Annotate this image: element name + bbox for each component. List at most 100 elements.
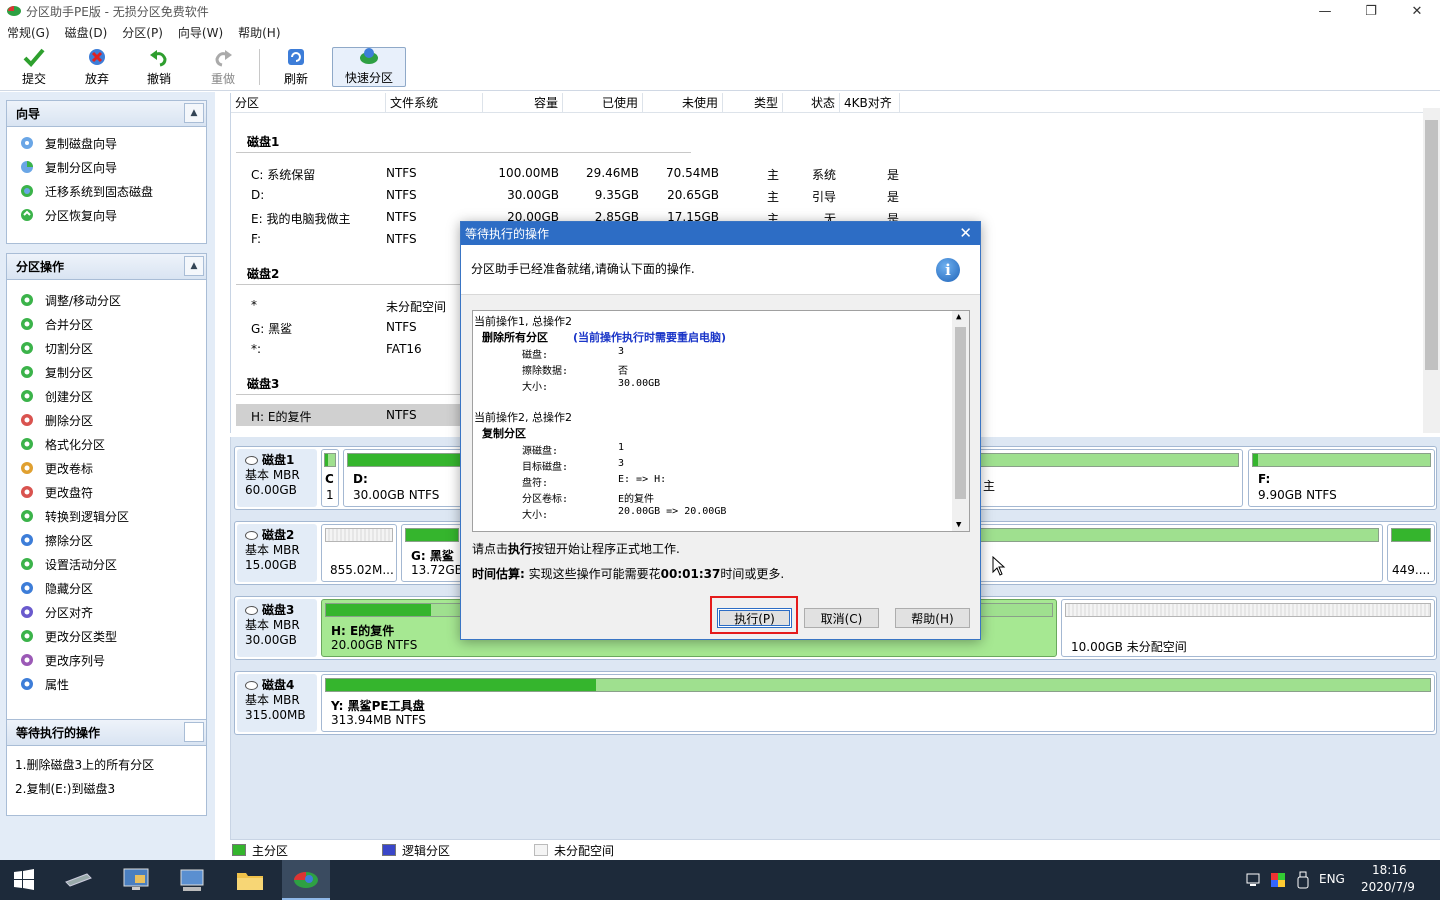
ops-item-create[interactable]: 创建分区	[7, 384, 206, 408]
ops-item-serial[interactable]: 更改序列号	[7, 648, 206, 672]
disk3-info[interactable]: 磁盘3 基本 MBR 30.00GB	[237, 599, 317, 657]
col-free[interactable]: 未使用	[643, 93, 723, 113]
commit-button[interactable]: 提交	[6, 47, 62, 87]
partition-unallocated[interactable]: 10.00GB 未分配空间	[1061, 599, 1435, 657]
ops-item-props[interactable]: 属性	[7, 672, 206, 696]
wizard-panel: 向导 ▲ 复制磁盘向导 复制分区向导 迁移系统到固态磁盘 分区恢复向导	[6, 100, 207, 244]
network-tray-icon[interactable]	[1246, 873, 1262, 887]
col-type[interactable]: 类型	[723, 93, 783, 113]
close-button[interactable]: ✕	[1394, 0, 1440, 22]
table-row[interactable]: H: E的复件 NTFS	[236, 404, 466, 426]
partition-f[interactable]: F: 9.90GB NTFS	[1248, 449, 1435, 507]
pending-item[interactable]: 2.复制(E:)到磁盘3	[7, 776, 206, 800]
taskbar-network-icon[interactable]	[168, 860, 216, 900]
partition-unallocated[interactable]: 855.02M...	[321, 524, 397, 582]
disk4-map-row: 磁盘4 基本 MBR 315.00MB Y: 黑鲨PE工具盘 313.94MB …	[234, 671, 1437, 735]
ops-item-active[interactable]: 设置活动分区	[7, 552, 206, 576]
redo-button[interactable]: 重做	[195, 47, 251, 87]
serial-icon	[19, 652, 35, 668]
wizard-item-copy-disk[interactable]: 复制磁盘向导	[7, 131, 206, 155]
toolbar: 提交 放弃 撤销 重做 刷新 快速分区	[0, 43, 1440, 91]
partition-d[interactable]: D: 30.00GB NTFS	[343, 449, 473, 507]
ptype-icon	[19, 628, 35, 644]
disk4-info[interactable]: 磁盘4 基本 MBR 315.00MB	[237, 674, 317, 732]
refresh-button[interactable]: 刷新	[268, 47, 324, 87]
ops-item-hide[interactable]: 隐藏分区	[7, 576, 206, 600]
ops-item-format[interactable]: 格式化分区	[7, 432, 206, 456]
wizard-item-migrate-os[interactable]: 迁移系统到固态磁盘	[7, 179, 206, 203]
collapse-icon[interactable]: ▲	[184, 256, 204, 276]
display-tray-icon[interactable]	[1270, 872, 1286, 888]
ops-item-split[interactable]: 切割分区	[7, 336, 206, 360]
help-button[interactable]: 帮助(H)	[895, 608, 970, 628]
collapse-icon[interactable]: ▲	[184, 103, 204, 123]
ops-item-wipe[interactable]: 擦除分区	[7, 528, 206, 552]
ops-item-align[interactable]: 分区对齐	[7, 600, 206, 624]
ops-item-resize[interactable]: 调整/移动分区	[7, 288, 206, 312]
wizard-item-recover[interactable]: 分区恢复向导	[7, 203, 206, 227]
menu-help[interactable]: 帮助(H)	[231, 24, 288, 41]
dialog-close-icon[interactable]: ✕	[959, 224, 972, 242]
col-filesystem[interactable]: 文件系统	[386, 93, 483, 113]
wipe-icon	[19, 532, 35, 548]
dialog-title: 等待执行的操作	[465, 227, 550, 241]
col-used[interactable]: 已使用	[563, 93, 643, 113]
menu-general[interactable]: 常规(G)	[0, 24, 58, 41]
mouse-cursor-icon	[992, 556, 1006, 576]
taskbar-folder-icon[interactable]	[226, 860, 274, 900]
col-status[interactable]: 状态	[783, 93, 840, 113]
wizard-item-copy-partition[interactable]: 复制分区向导	[7, 155, 206, 179]
col-capacity[interactable]: 容量	[483, 93, 563, 113]
language-indicator[interactable]: ENG	[1319, 872, 1345, 886]
list-scrollbar[interactable]	[1423, 108, 1440, 433]
undo-button[interactable]: 撤销	[131, 47, 187, 87]
ops-item-copy[interactable]: 复制分区	[7, 360, 206, 384]
ops-item-label[interactable]: 更改卷标	[7, 456, 206, 480]
partition-e[interactable]: 主	[975, 449, 1243, 507]
partition-y[interactable]: Y: 黑鲨PE工具盘 313.94MB NTFS	[321, 674, 1435, 732]
menu-wizard[interactable]: 向导(W)	[171, 24, 231, 41]
ops-item-letter[interactable]: 更改盘符	[7, 480, 206, 504]
partition-g-tail[interactable]	[975, 524, 1383, 582]
table-row[interactable]: C: 系统保留 NTFS 100.00MB 29.46MB 70.54MB 主系统是	[236, 162, 1136, 184]
disk2-info[interactable]: 磁盘2 基本 MBR 15.00GB	[237, 524, 317, 582]
discard-button[interactable]: 放弃	[69, 47, 125, 87]
quick-partition-button[interactable]: 快速分区	[332, 47, 406, 87]
partition-fat16[interactable]: 449....	[1387, 524, 1435, 582]
left-pane: 向导 ▲ 复制磁盘向导 复制分区向导 迁移系统到固态磁盘 分区恢复向导 分区操作…	[0, 92, 215, 862]
restore-button[interactable]: ❐	[1348, 0, 1394, 22]
minimize-button[interactable]: —	[1302, 0, 1348, 22]
partition-c[interactable]: C 1	[321, 449, 339, 507]
ops-item-convert[interactable]: 转换到逻辑分区	[7, 504, 206, 528]
col-4k[interactable]: 4KB对齐	[840, 93, 900, 113]
cancel-button[interactable]: 取消(C)	[804, 608, 879, 628]
props-icon	[19, 676, 35, 692]
table-row[interactable]: D: NTFS 30.00GB 9.35GB 20.65GB 主引导是	[236, 184, 1136, 206]
taskbar: ENG 18:16 2020/7/9	[0, 860, 1440, 900]
taskbar-drive-icon[interactable]	[54, 860, 102, 900]
dialog-hint: 请点击执行按钮开始让程序正式地工作.	[472, 542, 680, 556]
scroll-down-icon[interactable]: ▼	[956, 520, 961, 530]
execute-button[interactable]: 执行(P)	[717, 608, 792, 628]
scroll-up-icon[interactable]: ▲	[956, 312, 961, 322]
disk1-info[interactable]: 磁盘1 基本 MBR 60.00GB	[237, 449, 317, 507]
menu-disk[interactable]: 磁盘(D)	[58, 24, 116, 41]
partition-g[interactable]: G: 黑鲨 13.72GB	[401, 524, 463, 582]
operations-textbox[interactable]: 当前操作1, 总操作2 删除所有分区 (当前操作执行时需要重启电脑) 磁盘: 3…	[472, 310, 970, 532]
label-icon	[19, 460, 35, 476]
usb-tray-icon[interactable]	[1297, 871, 1309, 889]
taskbar-partition-assistant-icon[interactable]	[282, 860, 330, 900]
ops-item-delete[interactable]: 删除分区	[7, 408, 206, 432]
clock-date[interactable]: 2020/7/9	[1361, 880, 1415, 894]
clock-time[interactable]: 18:16	[1372, 863, 1407, 877]
pending-item[interactable]: 1.删除磁盘3上的所有分区	[7, 752, 206, 776]
operations-scrollbar[interactable]: ▲ ▼	[952, 311, 969, 531]
col-partition[interactable]: 分区	[231, 93, 386, 113]
ops-item-merge[interactable]: 合并分区	[7, 312, 206, 336]
start-button[interactable]	[0, 860, 48, 900]
menu-partition[interactable]: 分区(P)	[115, 24, 171, 41]
collapse-icon[interactable]	[184, 722, 204, 742]
window-title: 分区助手PE版 - 无损分区免费软件	[26, 4, 209, 19]
ops-item-ptype[interactable]: 更改分区类型	[7, 624, 206, 648]
taskbar-computer-icon[interactable]	[112, 860, 160, 900]
